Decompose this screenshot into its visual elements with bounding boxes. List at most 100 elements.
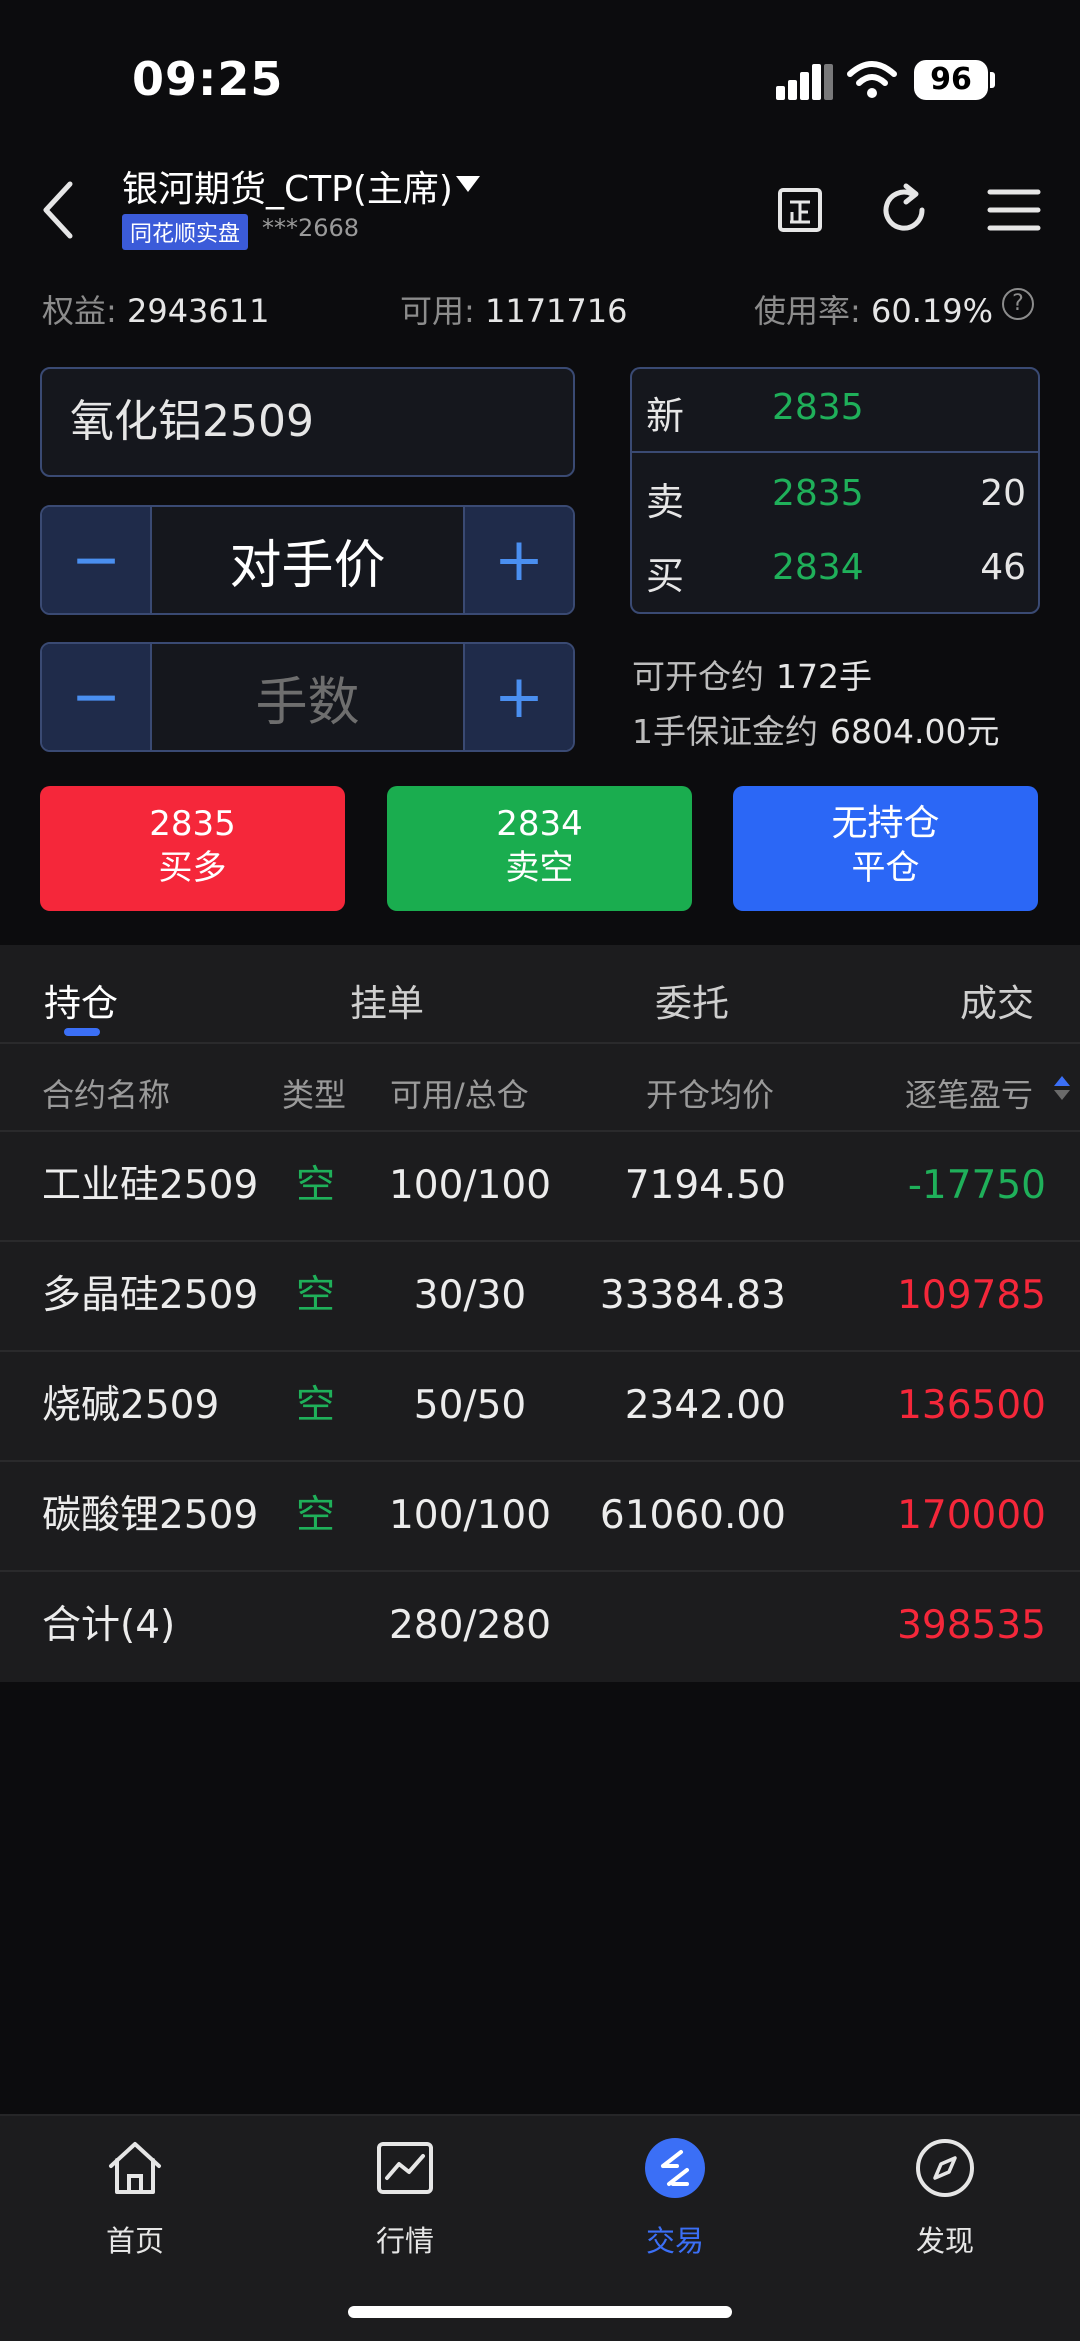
table-row[interactable]: 多晶硅2509 空 30/30 33384.83 109785 — [0, 1242, 1080, 1352]
tab-pending[interactable]: 挂单 — [350, 973, 424, 1027]
nav-trade[interactable]: 交易 — [605, 2136, 745, 2260]
row-type: 空 — [296, 1493, 336, 1538]
quantity-stepper: − 手数 + — [40, 642, 575, 752]
available-value: 1171716 — [484, 292, 628, 330]
row-contract: 碳酸锂2509 — [42, 1493, 259, 1538]
quantity-input[interactable]: 手数 — [152, 644, 463, 750]
table-row[interactable]: 烧碱2509 空 50/50 2342.00 136500 — [0, 1352, 1080, 1462]
home-icon — [109, 2142, 161, 2194]
account-badge: 同花顺实盘 — [122, 214, 249, 250]
help-icon[interactable]: ? — [1002, 288, 1034, 320]
row-pnl: -17750 — [907, 1163, 1046, 1208]
close-position-button[interactable]: 无持仓 平仓 — [733, 786, 1038, 911]
signal-icon — [776, 62, 833, 100]
quote-panel: 新 2835 卖 2835 20 买 2834 46 — [630, 367, 1040, 614]
row-type: 空 — [296, 1163, 336, 1208]
openable-value: 172手 — [776, 657, 872, 696]
nav-discover[interactable]: 发现 — [875, 2136, 1015, 2260]
equity-value: 2943611 — [126, 292, 270, 330]
row-avg-price: 2342.00 — [624, 1383, 786, 1428]
row-avg-price: 33384.83 — [599, 1273, 786, 1318]
table-row[interactable]: 工业硅2509 空 100/100 7194.50 -17750 — [0, 1132, 1080, 1242]
total-label: 合计(4) — [42, 1603, 176, 1648]
row-contract: 烧碱2509 — [42, 1383, 220, 1428]
contract-input[interactable]: 氧化铝2509 — [40, 367, 575, 477]
quote-divider — [632, 451, 1038, 453]
nav-home[interactable]: 首页 — [65, 2136, 205, 2260]
back-icon[interactable] — [40, 180, 80, 240]
sell-price: 2834 — [496, 804, 583, 844]
row-qty: 100/100 — [388, 1163, 552, 1208]
price-mode[interactable]: 对手价 — [152, 507, 463, 613]
row-qty: 100/100 — [388, 1493, 552, 1538]
price-stepper: − 对手价 + — [40, 505, 575, 615]
buy-long-button[interactable]: 2835 买多 — [40, 786, 345, 911]
tab-positions[interactable]: 持仓 — [44, 973, 118, 1027]
chart-icon — [377, 2142, 433, 2194]
row-pnl: 109785 — [897, 1273, 1046, 1318]
nav-market-label: 行情 — [375, 2224, 434, 2258]
equity-stat: 权益: 2943611 — [42, 286, 269, 332]
total-pnl: 398535 — [897, 1603, 1046, 1648]
nav-discover-label: 发现 — [915, 2224, 974, 2258]
col-pnl[interactable]: 逐笔盈亏 — [905, 1070, 1033, 1116]
col-qty: 可用/总仓 — [390, 1076, 529, 1114]
bid-label: 买 — [646, 554, 685, 598]
nav-trade-label: 交易 — [645, 2224, 704, 2258]
close-label: 平仓 — [851, 848, 920, 888]
row-type: 空 — [296, 1383, 336, 1428]
refresh-icon[interactable] — [874, 180, 934, 240]
col-contract: 合约名称 — [42, 1076, 171, 1114]
row-avg-price: 7194.50 — [624, 1163, 786, 1208]
tab-orders[interactable]: 委托 — [655, 973, 729, 1027]
row-contract: 多晶硅2509 — [42, 1273, 259, 1318]
sell-short-button[interactable]: 2834 卖空 — [387, 786, 692, 911]
sell-label: 卖空 — [505, 848, 574, 888]
status-time: 09:25 — [132, 52, 284, 106]
caret-down-icon[interactable] — [456, 176, 480, 192]
margin-value: 6804.00元 — [830, 712, 1000, 751]
tab-indicator — [64, 1028, 100, 1036]
bid-price[interactable]: 2834 — [772, 547, 864, 588]
margin-label: 1手保证金约 — [632, 712, 818, 751]
usage-label: 使用率: — [754, 292, 861, 330]
trade-icon — [645, 2138, 705, 2198]
col-type: 类型 — [282, 1076, 347, 1114]
close-status: 无持仓 — [831, 803, 940, 844]
tab-trades[interactable]: 成交 — [960, 973, 1034, 1027]
quantity-increase-button[interactable]: + — [463, 644, 573, 750]
battery-tip — [990, 72, 995, 88]
nav-market[interactable]: 行情 — [335, 2136, 475, 2260]
available-stat: 可用: 1171716 — [400, 286, 627, 332]
openable-label: 可开仓约 — [632, 657, 764, 696]
usage-value: 60.19% — [870, 292, 993, 330]
ask-volume: 20 — [980, 473, 1026, 514]
compass-icon — [916, 2139, 974, 2197]
menu-icon[interactable] — [984, 180, 1044, 240]
last-price: 2835 — [772, 387, 864, 428]
row-avg-price: 61060.00 — [599, 1493, 786, 1538]
ask-price[interactable]: 2835 — [772, 473, 864, 514]
wifi-icon — [847, 61, 897, 98]
nav-home-label: 首页 — [105, 2224, 164, 2258]
row-contract: 工业硅2509 — [42, 1163, 259, 1208]
tabs-divider — [0, 1042, 1080, 1044]
available-label: 可用: — [400, 292, 475, 330]
row-pnl: 170000 — [897, 1493, 1046, 1538]
last-label: 新 — [646, 394, 685, 438]
col-avg-price: 开仓均价 — [646, 1076, 775, 1114]
usage-stat: 使用率: 60.19% — [754, 286, 993, 332]
total-row: 合计(4) 280/280 398535 — [0, 1572, 1080, 1682]
row-qty: 50/50 — [413, 1383, 527, 1428]
table-row[interactable]: 碳酸锂2509 空 100/100 61060.00 170000 — [0, 1462, 1080, 1572]
sort-icon[interactable] — [1052, 1074, 1072, 1104]
stop-profit-icon[interactable] — [770, 180, 830, 240]
price-increase-button[interactable]: + — [463, 507, 573, 613]
price-decrease-button[interactable]: − — [42, 507, 152, 613]
total-qty: 280/280 — [388, 1603, 552, 1648]
row-type: 空 — [296, 1273, 336, 1318]
account-number: ***2668 — [262, 214, 360, 242]
account-name[interactable]: 银河期货_CTP(主席) — [122, 160, 453, 212]
quantity-decrease-button[interactable]: − — [42, 644, 152, 750]
equity-label: 权益: — [42, 292, 117, 330]
